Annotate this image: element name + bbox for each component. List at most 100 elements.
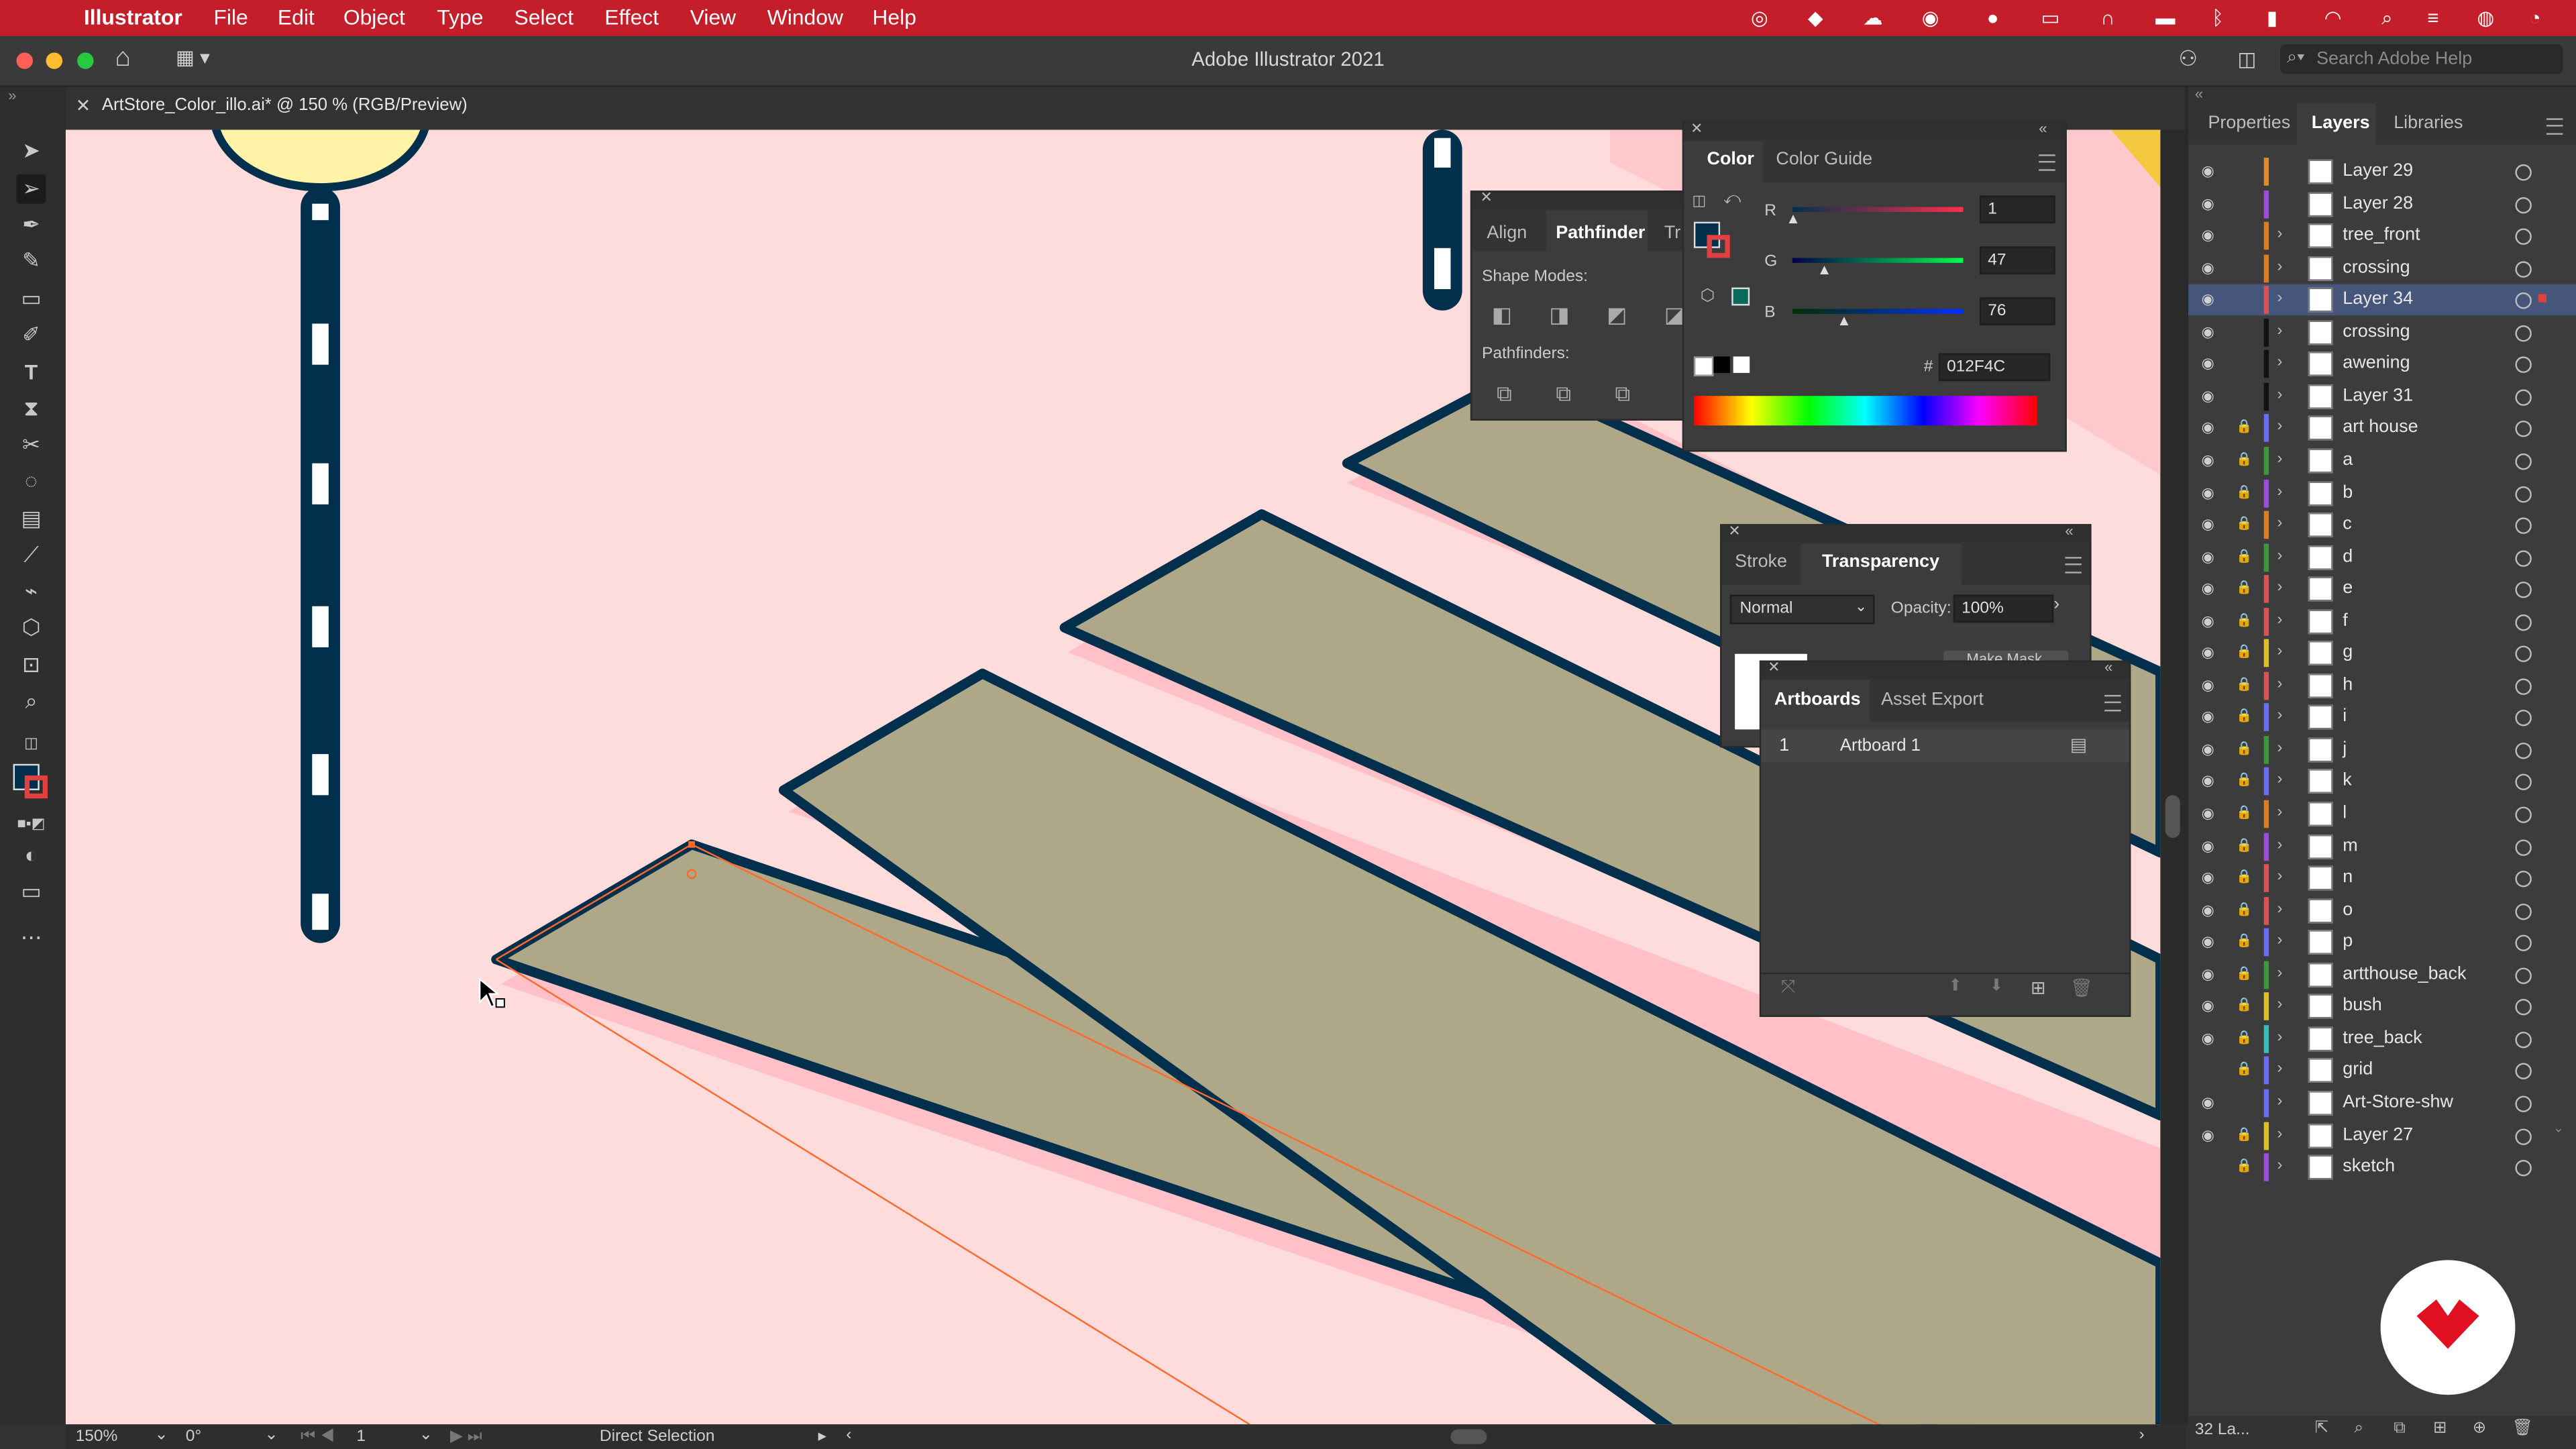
target-circle-icon[interactable] xyxy=(2515,1160,2532,1177)
share-user-icon[interactable]: ⚇ xyxy=(2178,46,2204,72)
delete-layer-icon[interactable]: 🗑 xyxy=(2512,1419,2533,1438)
visibility-eye-icon[interactable]: ◉ xyxy=(2202,1030,2221,1046)
target-circle-icon[interactable] xyxy=(2515,999,2532,1016)
target-circle-icon[interactable] xyxy=(2515,1031,2532,1049)
visibility-eye-icon[interactable]: ◉ xyxy=(2202,902,2221,918)
bluetooth-icon[interactable]: ᛒ xyxy=(2206,7,2229,30)
lasso-tool-icon[interactable]: ◌ xyxy=(16,467,46,496)
b-slider-handle[interactable]: ▲ xyxy=(1837,312,1851,328)
target-circle-icon[interactable] xyxy=(2515,678,2532,695)
scroll-left-icon[interactable]: ‹ xyxy=(846,1426,851,1444)
visibility-eye-icon[interactable]: ◉ xyxy=(2202,837,2221,853)
expand-chevron-icon[interactable]: › xyxy=(2277,1061,2293,1080)
creative-cloud-icon[interactable]: ◎ xyxy=(1748,7,1771,30)
layer-name[interactable]: o xyxy=(2343,900,2353,919)
layer-name[interactable]: i xyxy=(2343,707,2347,727)
expand-chevron-icon[interactable]: › xyxy=(2277,450,2293,470)
control-center-icon[interactable]: ≡ xyxy=(2422,7,2445,30)
expand-chevron-icon[interactable]: › xyxy=(2277,771,2293,791)
visibility-eye-icon[interactable]: ◉ xyxy=(2202,965,2221,981)
expand-chevron-icon[interactable]: › xyxy=(2277,610,2293,630)
shape-builder-tool-icon[interactable]: ⬡ xyxy=(16,612,46,642)
visibility-eye-icon[interactable]: ◉ xyxy=(2202,195,2221,211)
layer-name[interactable]: d xyxy=(2343,547,2353,566)
clipping-mask-icon[interactable]: ⧉ xyxy=(2394,1419,2405,1438)
tab-properties[interactable]: Properties xyxy=(2208,113,2290,133)
stroke-swatch[interactable] xyxy=(24,775,48,799)
type-tool-icon[interactable]: T xyxy=(16,358,46,388)
target-circle-icon[interactable] xyxy=(2515,164,2532,181)
tab-layers[interactable]: Layers xyxy=(2312,113,2370,133)
scroll-down-icon[interactable]: ⌄ xyxy=(2553,1120,2569,1135)
menu-file[interactable]: File xyxy=(213,5,248,30)
expand-chevron-icon[interactable]: › xyxy=(2277,643,2293,662)
expand-chevron-icon[interactable]: › xyxy=(2277,1092,2293,1112)
lock-icon[interactable]: 🔒 xyxy=(2236,580,2252,596)
siri-icon[interactable]: ◍ xyxy=(2474,7,2497,30)
layer-name[interactable]: j xyxy=(2343,739,2347,759)
collapse-panel-icon[interactable]: « xyxy=(2104,659,2112,675)
color-spectrum[interactable] xyxy=(1693,396,2037,426)
layer-name[interactable]: tree_front xyxy=(2343,225,2420,245)
target-circle-icon[interactable] xyxy=(2515,292,2532,309)
expand-chevron-icon[interactable]: › xyxy=(2277,418,2293,437)
arrange-documents-icon[interactable]: ◫ xyxy=(2238,48,2264,70)
layer-name[interactable]: k xyxy=(2343,771,2351,791)
layer-row[interactable]: ◉ › tree_front xyxy=(2188,220,2576,252)
layer-row[interactable]: ◉ › Layer 31 xyxy=(2188,381,2576,413)
layer-name[interactable]: n xyxy=(2343,867,2353,887)
layer-row[interactable]: ◉ 🔒 › c xyxy=(2188,509,2576,541)
layer-name[interactable]: g xyxy=(2343,643,2353,662)
layer-row[interactable]: ◉ 🔒 › i xyxy=(2188,702,2576,734)
artboard-row[interactable]: 1 Artboard 1 ▤ xyxy=(1761,729,2129,763)
collapse-dock-icon[interactable]: « xyxy=(2195,85,2203,101)
out-of-gamut-icon[interactable]: ⬡ xyxy=(1701,288,1715,306)
notification-icon[interactable]: ◔ xyxy=(2524,7,2546,30)
curvature-tool-icon[interactable]: ✎ xyxy=(16,246,46,276)
menu-edit[interactable]: Edit xyxy=(278,5,315,30)
layer-name[interactable]: f xyxy=(2343,610,2348,630)
b-slider[interactable] xyxy=(1792,309,1964,314)
layer-name[interactable]: Layer 29 xyxy=(2343,161,2413,180)
layer-row[interactable]: ◉ 🔒 › k xyxy=(2188,766,2576,798)
visibility-eye-icon[interactable]: ◉ xyxy=(2202,708,2221,724)
vertical-scrollbar[interactable] xyxy=(2160,129,2186,1425)
first-artboard-icon[interactable]: ⏮ ◀ xyxy=(301,1428,335,1446)
tab-align[interactable]: Align xyxy=(1487,223,1527,243)
app-name-menu[interactable]: Illustrator xyxy=(84,5,182,30)
target-circle-icon[interactable] xyxy=(2515,1128,2532,1144)
layer-row[interactable]: ◉ 🔒 › d xyxy=(2188,541,2576,573)
horizontal-scroll-thumb[interactable] xyxy=(1450,1429,1487,1444)
layer-name[interactable]: crossing xyxy=(2343,321,2410,341)
chevron-down-icon[interactable]: ⌄ xyxy=(419,1426,433,1444)
target-circle-icon[interactable] xyxy=(2515,774,2532,792)
lock-icon[interactable]: 🔒 xyxy=(2236,1126,2252,1142)
opacity-field[interactable]: 100% xyxy=(1953,594,2054,623)
visibility-eye-icon[interactable]: ◉ xyxy=(2202,1126,2221,1142)
close-panel-icon[interactable]: ✕ xyxy=(1728,523,1740,541)
layer-row[interactable]: ◉ 🔒 › p xyxy=(2188,927,2576,959)
layer-row[interactable]: ◉ 🔒 › g xyxy=(2188,638,2576,669)
zoom-tool-icon[interactable]: ⌕ xyxy=(16,687,46,716)
last-artboard-icon[interactable]: ▶ ⏭ xyxy=(450,1428,482,1446)
visibility-eye-icon[interactable]: ◉ xyxy=(2202,1094,2221,1110)
layer-row[interactable]: ◉ › Art-Store-shw xyxy=(2188,1087,2576,1119)
layer-row[interactable]: ◉ 🔒 › j xyxy=(2188,734,2576,765)
target-circle-icon[interactable] xyxy=(2515,421,2532,438)
search-help-field[interactable]: ⌕▾ Search Adobe Help xyxy=(2280,44,2563,74)
target-circle-icon[interactable] xyxy=(2515,967,2532,984)
layer-name[interactable]: awening xyxy=(2343,354,2410,373)
visibility-eye-icon[interactable]: ◉ xyxy=(2202,227,2221,243)
expand-chevron-icon[interactable]: › xyxy=(2277,900,2293,919)
artboard-options-icon[interactable]: ▤ xyxy=(2070,735,2087,755)
r-value-field[interactable]: 1 xyxy=(1980,195,2055,224)
dropbox-icon[interactable]: ◆ xyxy=(1804,7,1827,30)
layer-name[interactable]: bush xyxy=(2343,996,2381,1016)
layer-row[interactable]: ◉ 🔒 › o xyxy=(2188,895,2576,926)
layer-row[interactable]: 🔒 › sketch xyxy=(2188,1152,2576,1183)
lock-icon[interactable]: 🔒 xyxy=(2236,741,2252,757)
swap-default-colors-icon[interactable]: ◫ ⤺ xyxy=(16,728,46,781)
unite-icon[interactable]: ◧ xyxy=(1492,303,1512,329)
scroll-thumb[interactable] xyxy=(2165,795,2180,838)
tab-color-guide[interactable]: Color Guide xyxy=(1776,150,1872,169)
